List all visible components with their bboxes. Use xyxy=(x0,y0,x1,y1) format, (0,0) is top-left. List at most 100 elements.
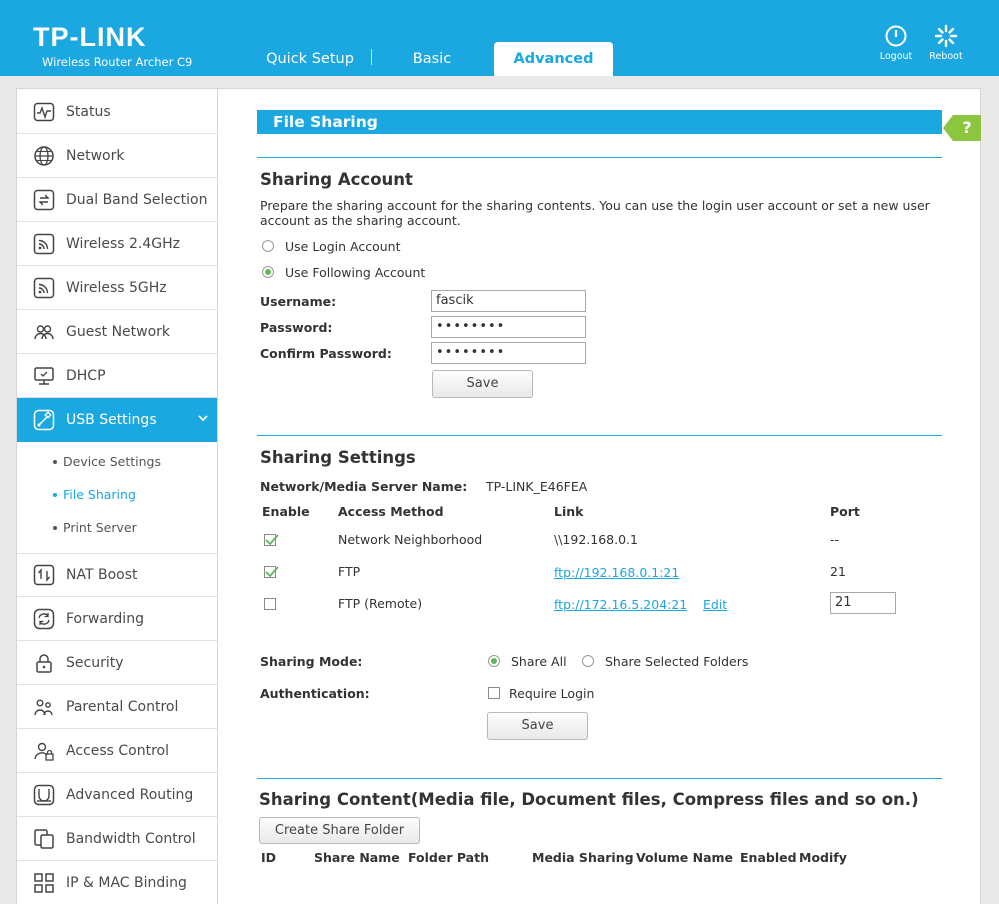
method-ftp-remote: FTP (Remote) xyxy=(338,596,423,611)
lock-icon xyxy=(33,652,55,674)
sidebar-item-dual-band[interactable]: Dual Band Selection xyxy=(17,178,217,222)
method-ftp: FTP xyxy=(338,564,361,579)
share-selected-radio[interactable] xyxy=(582,655,594,667)
status-icon xyxy=(33,101,55,123)
use-following-account-radio[interactable] xyxy=(262,266,274,278)
submenu-print-server[interactable]: Print Server xyxy=(17,511,217,544)
link-ftp[interactable]: ftp://192.168.0.1:21 xyxy=(554,565,679,580)
username-label: Username: xyxy=(260,294,337,309)
share-all-radio[interactable] xyxy=(488,655,500,667)
dual-band-icon xyxy=(33,189,55,211)
require-login-checkbox[interactable] xyxy=(488,687,500,699)
sidebar-item-nat-boost[interactable]: NAT Boost xyxy=(17,553,217,597)
settings-save-button[interactable]: Save xyxy=(487,712,588,740)
submenu-device-settings[interactable]: Device Settings xyxy=(17,445,217,478)
port-network-neighborhood: -- xyxy=(830,532,840,547)
section-divider xyxy=(257,778,942,779)
tab-quick-setup[interactable]: Quick Setup xyxy=(250,42,370,76)
sidebar-item-dhcp[interactable]: DHCP xyxy=(17,354,217,398)
col-id: ID xyxy=(261,850,277,865)
bandwidth-icon xyxy=(33,828,55,850)
sidebar-item-access-control[interactable]: Access Control xyxy=(17,729,217,773)
confirm-password-input[interactable]: •••••••• xyxy=(431,342,586,364)
use-login-account-radio[interactable] xyxy=(262,240,274,252)
wireless-icon xyxy=(33,277,55,299)
authentication-label: Authentication: xyxy=(260,686,370,701)
create-share-folder-button[interactable]: Create Share Folder xyxy=(259,817,420,844)
port-ftp-remote-input[interactable]: 21 xyxy=(830,592,896,614)
port-ftp: 21 xyxy=(830,564,846,579)
router-model: Wireless Router Archer C9 xyxy=(42,55,193,69)
sidebar-item-ip-mac-binding[interactable]: IP & MAC Binding xyxy=(17,861,217,904)
check-icon xyxy=(265,566,279,578)
sidebar-item-wireless-5[interactable]: Wireless 5GHz xyxy=(17,266,217,310)
sidebar-item-parental-control[interactable]: Parental Control xyxy=(17,685,217,729)
section-divider xyxy=(257,157,942,158)
forwarding-icon xyxy=(33,608,55,630)
usb-icon xyxy=(33,409,55,431)
sharing-account-title: Sharing Account xyxy=(260,170,413,189)
sidebar-item-wireless-24[interactable]: Wireless 2.4GHz xyxy=(17,222,217,266)
sharing-mode-label: Sharing Mode: xyxy=(260,654,363,669)
top-header: TP-LINK Wireless Router Archer C9 Quick … xyxy=(0,0,999,76)
password-label: Password: xyxy=(260,320,333,335)
sidebar-item-guest-network[interactable]: Guest Network xyxy=(17,310,217,354)
col-modify: Modify xyxy=(799,850,847,865)
access-control-icon xyxy=(33,740,55,762)
wireless-icon xyxy=(33,233,55,255)
binding-icon xyxy=(33,872,55,894)
sidebar-item-forwarding[interactable]: Forwarding xyxy=(17,597,217,641)
col-enable: Enable xyxy=(262,504,310,519)
section-divider xyxy=(257,435,942,436)
monitor-icon xyxy=(33,365,55,387)
col-link: Link xyxy=(554,504,584,519)
share-all-label: Share All xyxy=(511,654,567,669)
sidebar-item-usb-settings[interactable]: USB Settings xyxy=(17,398,217,442)
sidebar-item-network[interactable]: Network xyxy=(17,134,217,178)
power-icon xyxy=(885,25,907,47)
page-title: File Sharing xyxy=(257,110,942,134)
col-enabled: Enabled xyxy=(740,850,797,865)
routing-icon xyxy=(33,784,55,806)
sidebar-item-advanced-routing[interactable]: Advanced Routing xyxy=(17,773,217,817)
brand-logo: TP-LINK xyxy=(33,22,147,52)
guest-icon xyxy=(33,321,55,343)
col-volume-name: Volume Name xyxy=(636,850,734,865)
link-network-neighborhood: \\192.168.0.1 xyxy=(554,532,638,547)
username-input[interactable]: fascik xyxy=(431,290,586,312)
tab-advanced[interactable]: Advanced xyxy=(494,42,613,76)
use-following-account-label: Use Following Account xyxy=(285,265,426,280)
col-folder-path: Folder Path xyxy=(408,850,489,865)
help-button[interactable]: ? xyxy=(943,115,981,141)
sharing-account-description: Prepare the sharing account for the shar… xyxy=(260,198,930,228)
tab-basic[interactable]: Basic xyxy=(372,42,492,76)
enable-checkbox-ftp-remote[interactable] xyxy=(264,598,276,610)
col-access-method: Access Method xyxy=(338,504,444,519)
enable-checkbox-ftp[interactable] xyxy=(264,566,279,578)
share-selected-label: Share Selected Folders xyxy=(605,654,749,669)
link-ftp-remote[interactable]: ftp://172.16.5.204:21 xyxy=(554,597,687,612)
col-share-name: Share Name xyxy=(314,850,400,865)
sidebar: Status Network Dual Band Selection Wirel… xyxy=(16,88,218,904)
chevron-down-icon xyxy=(198,415,208,422)
globe-icon xyxy=(33,145,55,167)
enable-checkbox-neighborhood[interactable] xyxy=(264,534,279,546)
sidebar-item-status[interactable]: Status xyxy=(17,90,217,134)
reboot-icon xyxy=(934,24,958,48)
sidebar-item-bandwidth-control[interactable]: Bandwidth Control xyxy=(17,817,217,861)
password-input[interactable]: •••••••• xyxy=(431,316,586,338)
parental-icon xyxy=(33,696,55,718)
method-network-neighborhood: Network Neighborhood xyxy=(338,532,483,547)
edit-ftp-remote-link[interactable]: Edit xyxy=(703,597,727,612)
confirm-password-label: Confirm Password: xyxy=(260,346,392,361)
sidebar-item-security[interactable]: Security xyxy=(17,641,217,685)
col-media-sharing: Media Sharing xyxy=(532,850,634,865)
logout-button[interactable]: Logout xyxy=(874,24,918,62)
reboot-button[interactable]: Reboot xyxy=(924,24,968,62)
account-save-button[interactable]: Save xyxy=(432,370,533,398)
sharing-settings-title: Sharing Settings xyxy=(260,448,416,467)
submenu-file-sharing[interactable]: File Sharing xyxy=(17,478,217,511)
nat-boost-icon xyxy=(33,564,55,586)
server-name-value: TP-LINK_E46FEA xyxy=(486,479,588,494)
sharing-content-title: Sharing Content(Media file, Document fil… xyxy=(259,790,919,809)
